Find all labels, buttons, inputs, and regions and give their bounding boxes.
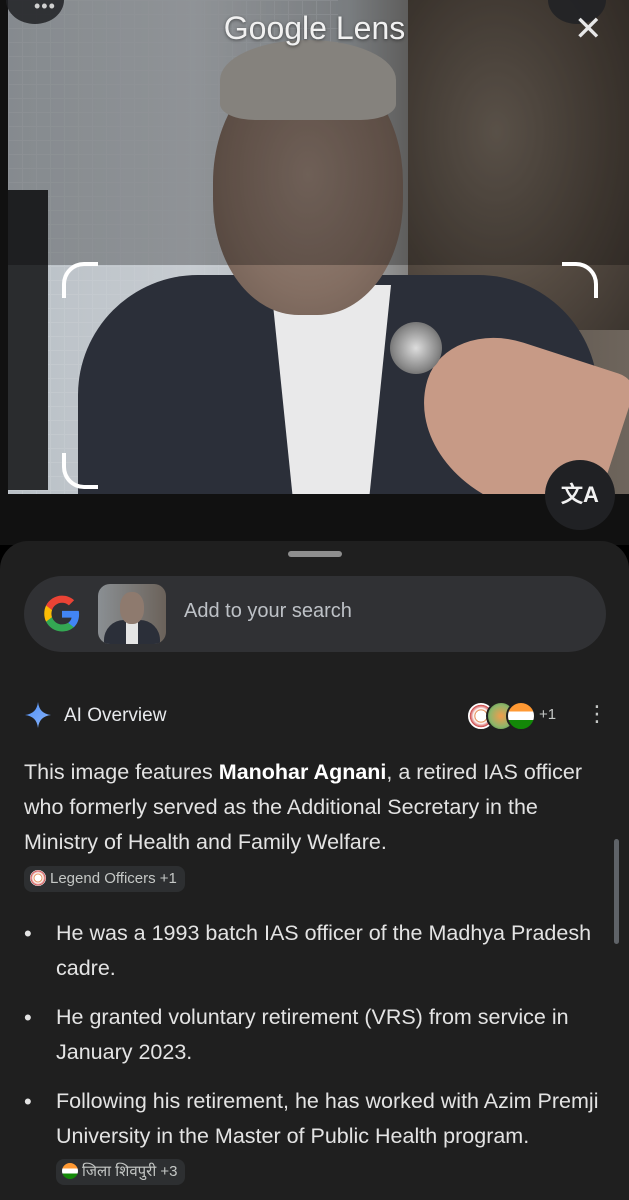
- flag-icon: [62, 1163, 78, 1180]
- ai-overview-bullets: He was a 1993 batch IAS officer of the M…: [24, 916, 609, 1200]
- drag-handle[interactable]: [288, 551, 342, 557]
- sparkle-icon: [25, 702, 51, 728]
- person-name: Manohar Agnani: [218, 760, 387, 784]
- search-image-thumbnail[interactable]: [98, 584, 166, 644]
- search-input[interactable]: Add to your search: [184, 600, 352, 623]
- scrollbar[interactable]: [614, 839, 619, 944]
- image-viewer: ••• Google Lens ✕ 文A: [0, 0, 629, 545]
- sources-more-count[interactable]: +1: [539, 706, 556, 723]
- source-chip-shivpuri[interactable]: जिला शिवपुरी +3: [56, 1159, 186, 1186]
- ai-overview-header: AI Overview +1 ⋮: [24, 701, 608, 731]
- kebab-menu-icon[interactable]: ⋮: [586, 703, 608, 725]
- translate-icon: 文A: [561, 482, 599, 507]
- ai-overview-label: AI Overview: [64, 705, 167, 726]
- results-sheet: Add to your search AI Overview +1 ⋮ This…: [0, 541, 629, 1200]
- ai-overview-summary: This image features Manohar Agnani, a re…: [24, 760, 582, 854]
- emblem-icon: [30, 870, 46, 886]
- source-chip-legend-officers[interactable]: Legend Officers +1: [24, 866, 185, 892]
- add-to-search-bar[interactable]: Add to your search: [24, 576, 606, 652]
- translate-button[interactable]: 文A: [545, 460, 615, 530]
- captured-photo[interactable]: [8, 0, 629, 494]
- bullet-item: Following his retirement, he has worked …: [24, 1084, 609, 1189]
- source-flag-icon: [506, 701, 536, 731]
- bullet-item: He granted voluntary retirement (VRS) fr…: [24, 1000, 609, 1070]
- close-icon[interactable]: ✕: [574, 12, 603, 46]
- google-g-icon: [44, 595, 80, 632]
- bullet-item: He was a 1993 batch IAS officer of the M…: [24, 916, 609, 986]
- app-title: Google Lens: [223, 10, 406, 46]
